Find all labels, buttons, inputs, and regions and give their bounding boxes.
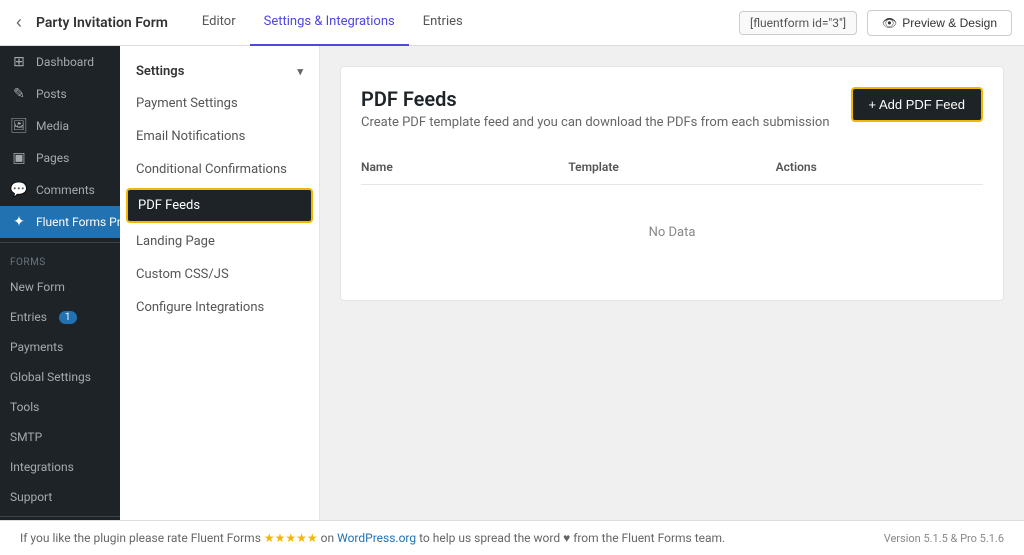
menu-item-email-notifications[interactable]: Email Notifications bbox=[120, 120, 319, 153]
preview-design-button[interactable]: 👁 Preview & Design bbox=[867, 10, 1012, 36]
main-layout: ⊞ Dashboard ✎ Posts 🖼 Media ▣ Pages 💬 Co… bbox=[0, 46, 1024, 520]
sidebar-item-entries[interactable]: Entries 1 bbox=[0, 302, 120, 332]
sidebar-item-fluent-forms[interactable]: ✦ Fluent Forms Pro bbox=[0, 206, 120, 238]
col-template: Template bbox=[568, 160, 775, 174]
menu-item-payment-settings[interactable]: Payment Settings bbox=[120, 87, 319, 120]
settings-sidebar: Settings ▾ Payment Settings Email Notifi… bbox=[120, 46, 320, 520]
content-header: PDF Feeds Create PDF template feed and y… bbox=[361, 87, 983, 130]
entries-badge: 1 bbox=[59, 311, 77, 324]
footer: If you like the plugin please rate Fluen… bbox=[0, 520, 1024, 555]
no-data-text: No Data bbox=[649, 225, 696, 240]
sidebar-item-tools[interactable]: Tools bbox=[0, 392, 120, 422]
menu-item-landing-page[interactable]: Landing Page bbox=[120, 225, 319, 258]
sidebar-item-comments[interactable]: 💬 Comments bbox=[0, 174, 120, 206]
sidebar-item-pages[interactable]: ▣ Pages bbox=[0, 142, 120, 174]
tab-settings-integrations[interactable]: Settings & Integrations bbox=[250, 0, 409, 46]
menu-item-configure-integrations[interactable]: Configure Integrations bbox=[120, 291, 319, 324]
tab-editor[interactable]: Editor bbox=[188, 0, 250, 46]
sidebar-item-posts[interactable]: ✎ Posts bbox=[0, 78, 120, 110]
sidebar-item-dashboard[interactable]: ⊞ Dashboard bbox=[0, 46, 120, 78]
col-actions: Actions bbox=[776, 160, 983, 174]
wp-sidebar: ⊞ Dashboard ✎ Posts 🖼 Media ▣ Pages 💬 Co… bbox=[0, 46, 120, 520]
settings-header-label: Settings bbox=[136, 64, 184, 79]
main-content: PDF Feeds Create PDF template feed and y… bbox=[320, 46, 1024, 520]
menu-item-pdf-feeds[interactable]: PDF Feeds bbox=[126, 188, 313, 223]
footer-text: If you like the plugin please rate Fluen… bbox=[20, 531, 725, 545]
content-description: Create PDF template feed and you can dow… bbox=[361, 115, 830, 130]
posts-icon: ✎ bbox=[10, 86, 28, 102]
dashboard-icon: ⊞ bbox=[10, 54, 28, 70]
comments-icon: 💬 bbox=[10, 182, 28, 198]
sidebar-item-new-form[interactable]: New Form bbox=[0, 272, 120, 302]
wordpress-org-link[interactable]: WordPress.org bbox=[337, 531, 416, 545]
sidebar-item-integrations[interactable]: Integrations bbox=[0, 452, 120, 482]
top-nav: Editor Settings & Integrations Entries bbox=[188, 0, 477, 46]
top-bar-right: [fluentform id="3"] 👁 Preview & Design bbox=[739, 10, 1012, 36]
footer-text-after-content: to help us spread the word ♥ from the Fl… bbox=[419, 531, 725, 545]
form-title: Party Invitation Form bbox=[36, 15, 168, 31]
forms-section-label: Forms bbox=[0, 247, 120, 272]
content-card: PDF Feeds Create PDF template feed and y… bbox=[340, 66, 1004, 301]
table-body: No Data bbox=[361, 185, 983, 280]
back-button[interactable]: ‹ bbox=[12, 8, 26, 37]
sidebar-item-support[interactable]: Support bbox=[0, 482, 120, 512]
sidebar-item-media[interactable]: 🖼 Media bbox=[0, 110, 120, 142]
sidebar-item-smtp[interactable]: SMTP bbox=[0, 422, 120, 452]
content-title-group: PDF Feeds Create PDF template feed and y… bbox=[361, 87, 830, 130]
sidebar-divider-2 bbox=[0, 516, 120, 517]
footer-stars: ★★★★★ bbox=[264, 531, 318, 545]
footer-on: on bbox=[321, 531, 337, 545]
settings-header[interactable]: Settings ▾ bbox=[120, 56, 319, 87]
sidebar-item-payments[interactable]: Payments bbox=[0, 332, 120, 362]
footer-text-before: If you like the plugin please rate Fluen… bbox=[20, 531, 261, 545]
content-title: PDF Feeds bbox=[361, 87, 830, 111]
col-name: Name bbox=[361, 160, 568, 174]
fluent-forms-icon: ✦ bbox=[10, 214, 28, 230]
version-text: Version 5.1.5 & Pro 5.1.6 bbox=[884, 532, 1004, 545]
pages-icon: ▣ bbox=[10, 150, 28, 166]
add-pdf-feed-button[interactable]: + Add PDF Feed bbox=[851, 87, 983, 122]
menu-item-custom-css-js[interactable]: Custom CSS/JS bbox=[120, 258, 319, 291]
tab-entries[interactable]: Entries bbox=[409, 0, 477, 46]
sidebar-item-global-settings[interactable]: Global Settings bbox=[0, 362, 120, 392]
menu-item-conditional-confirmations[interactable]: Conditional Confirmations bbox=[120, 153, 319, 186]
top-bar: ‹ Party Invitation Form Editor Settings … bbox=[0, 0, 1024, 46]
sidebar-divider bbox=[0, 242, 120, 243]
media-icon: 🖼 bbox=[10, 118, 28, 134]
shortcode-badge: [fluentform id="3"] bbox=[739, 11, 857, 35]
chevron-down-icon: ▾ bbox=[297, 65, 303, 78]
table-header: Name Template Actions bbox=[361, 150, 983, 185]
eye-icon: 👁 bbox=[882, 16, 897, 30]
